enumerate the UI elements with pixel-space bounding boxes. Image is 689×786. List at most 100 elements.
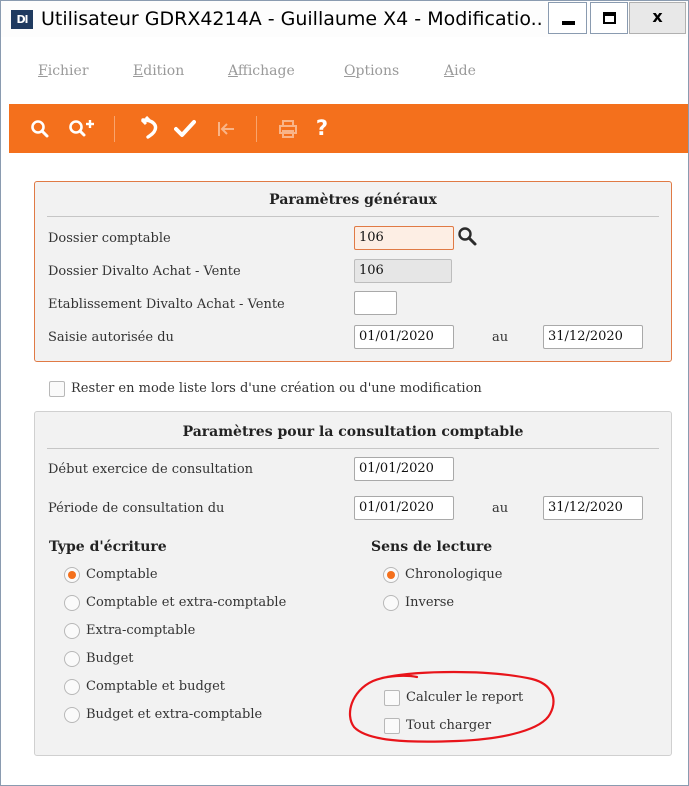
radio-label: Comptable (86, 567, 158, 582)
radio-selected[interactable] (383, 567, 399, 583)
close-icon: x (652, 7, 663, 26)
general-panel-title: Paramètres généraux (269, 192, 437, 208)
calculer-report-label: Calculer le report (406, 690, 524, 705)
dossier-comptable-input[interactable]: 106 (354, 226, 454, 250)
menu-accel: A (228, 63, 238, 79)
menu-accel: O (344, 63, 356, 79)
rester-liste-checkbox[interactable]: Rester en mode liste lors d'une création… (49, 381, 519, 399)
type-radio-comptable-extra[interactable]: Comptable et extra-comptable (64, 595, 304, 613)
radio-label: Extra-comptable (86, 623, 196, 638)
close-button[interactable]: x (629, 2, 686, 34)
consultation-parameters-panel: Paramètres pour la consultation comptabl… (34, 411, 672, 756)
periode-from-input[interactable]: 01/01/2020 (354, 496, 454, 520)
menu-fichier[interactable]: Fichier (38, 63, 89, 79)
sens-radio-inverse[interactable]: Inverse (383, 595, 543, 613)
radio-unselected[interactable] (64, 623, 80, 639)
type-radio-budget-extra[interactable]: Budget et extra-comptable (64, 707, 304, 725)
menu-aide[interactable]: Aide (444, 63, 476, 79)
periode-label: Période de consultation du (48, 501, 225, 516)
type-radio-comptable-budget[interactable]: Comptable et budget (64, 679, 284, 697)
debut-exercice-label: Début exercice de consultation (48, 462, 254, 477)
first-record-button[interactable] (213, 104, 239, 153)
consultation-panel-title: Paramètres pour la consultation comptabl… (182, 424, 524, 440)
toolbar-separator (256, 116, 257, 142)
tout-charger-checkbox[interactable]: Tout charger (384, 718, 544, 736)
type-ecriture-heading: Type d'écriture (49, 539, 167, 555)
minimize-icon (562, 21, 575, 25)
search-button[interactable] (27, 104, 53, 153)
type-radio-extra-comptable[interactable]: Extra-comptable (64, 623, 284, 641)
radio-unselected[interactable] (383, 595, 399, 611)
divalto-app-icon: Dl (11, 10, 33, 29)
window-title: Utilisateur GDRX4214A - Guillaume X4 - M… (41, 8, 541, 30)
tout-charger-label: Tout charger (406, 718, 492, 733)
menu-accel: E (133, 63, 144, 79)
saisie-to-input[interactable]: 31/12/2020 (543, 325, 643, 349)
search-icon (458, 227, 477, 246)
menu-options[interactable]: Options (344, 63, 399, 79)
checkbox-box[interactable] (49, 381, 65, 397)
saisie-from-input[interactable]: 01/01/2020 (354, 325, 454, 349)
au-label: au (492, 501, 509, 516)
radio-label: Chronologique (405, 567, 503, 582)
type-radio-comptable[interactable]: Comptable (64, 567, 284, 585)
zoom-in-button[interactable] (66, 104, 98, 153)
general-parameters-panel: Paramètres généraux Dossier comptable 10… (34, 181, 672, 362)
radio-unselected[interactable] (64, 707, 80, 723)
debut-exercice-input[interactable]: 01/01/2020 (354, 457, 454, 481)
help-icon: ? (315, 116, 329, 140)
menu-edition[interactable]: Edition (133, 63, 184, 79)
radio-unselected[interactable] (64, 679, 80, 695)
dossier-divalto-field: 106 (354, 259, 452, 283)
dossier-lookup-button[interactable] (457, 226, 477, 248)
saisie-autorisee-label: Saisie autorisée du (48, 330, 174, 345)
etablissement-input[interactable] (354, 291, 397, 315)
calculer-report-checkbox[interactable]: Calculer le report (384, 690, 544, 708)
check-icon (174, 120, 196, 137)
undo-icon (140, 115, 158, 139)
minimize-button[interactable] (548, 2, 587, 34)
radio-selected[interactable] (64, 567, 80, 583)
menu-label: ichier (47, 63, 89, 79)
maximize-button[interactable] (590, 2, 628, 34)
periode-to-input[interactable]: 31/12/2020 (543, 496, 643, 520)
checkbox-box[interactable] (384, 690, 400, 706)
au-label: au (492, 330, 509, 345)
menu-label: ide (454, 63, 476, 79)
menu-label: ffichage (237, 63, 295, 79)
print-button[interactable] (275, 104, 301, 153)
radio-label: Budget (86, 651, 134, 666)
rester-liste-label: Rester en mode liste lors d'une création… (71, 381, 482, 396)
help-button[interactable]: ? (309, 104, 335, 153)
validate-button[interactable] (170, 104, 200, 153)
toolbar-separator (114, 116, 115, 142)
menu-accel: A (444, 63, 455, 79)
sens-radio-chronologique[interactable]: Chronologique (383, 567, 543, 585)
menu-accel: F (38, 63, 48, 79)
toolbar: ? (9, 104, 688, 153)
radio-unselected[interactable] (64, 651, 80, 667)
radio-label: Comptable et budget (86, 679, 226, 694)
undo-button[interactable] (137, 104, 163, 153)
menu-bar: Fichier Edition Affichage Options Aide (1, 63, 688, 87)
radio-unselected[interactable] (64, 595, 80, 611)
title-bar[interactable]: Dl Utilisateur GDRX4214A - Guillaume X4 … (1, 1, 688, 37)
maximize-icon (603, 12, 616, 24)
modification-window: Dl Utilisateur GDRX4214A - Guillaume X4 … (0, 0, 689, 786)
sens-lecture-heading: Sens de lecture (371, 539, 493, 555)
divider (47, 448, 659, 449)
menu-label: ptions (355, 63, 400, 79)
zoom-plus-icon (69, 120, 94, 137)
dossier-comptable-label: Dossier comptable (48, 231, 171, 246)
menu-affichage[interactable]: Affichage (228, 63, 295, 79)
checkbox-box[interactable] (384, 718, 400, 734)
radio-label: Budget et extra-comptable (86, 707, 263, 722)
first-record-icon (218, 122, 234, 136)
radio-label: Inverse (405, 595, 455, 610)
print-icon (279, 120, 297, 138)
dossier-divalto-label: Dossier Divalto Achat - Vente (48, 264, 241, 279)
type-radio-budget[interactable]: Budget (64, 651, 284, 669)
etablissement-label: Etablissement Divalto Achat - Vente (48, 297, 285, 312)
divider (47, 216, 659, 217)
radio-label: Comptable et extra-comptable (86, 595, 287, 610)
